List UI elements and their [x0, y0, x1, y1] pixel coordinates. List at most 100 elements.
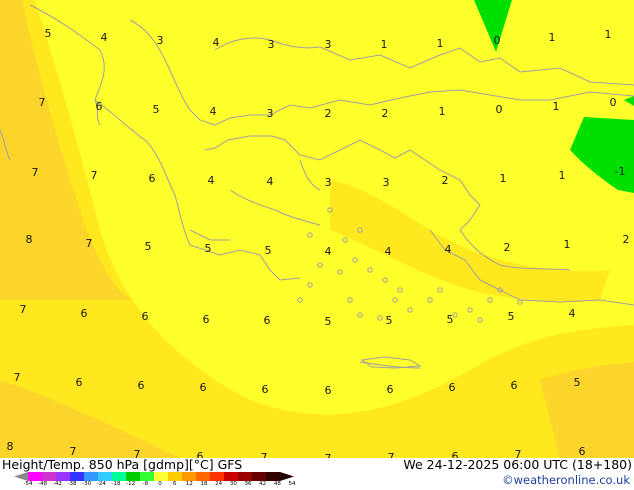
- scale-segment: [210, 472, 225, 481]
- scale-tick-label: 24: [215, 481, 223, 487]
- value-label: 4: [213, 36, 220, 49]
- value-label: 6: [325, 384, 332, 397]
- value-label: 4: [385, 245, 392, 258]
- value-label: 5: [45, 27, 52, 40]
- scale-tick-label: 42: [259, 481, 267, 487]
- value-label: 3: [157, 34, 164, 47]
- scale-segment: [182, 472, 197, 481]
- scale-tick-label: 36: [244, 481, 252, 487]
- value-label: 7: [86, 237, 93, 250]
- value-label: 2: [623, 233, 630, 246]
- value-label: 1: [549, 31, 556, 44]
- scale-segment: [168, 472, 183, 481]
- value-label: 1: [553, 100, 560, 113]
- value-label: 6: [81, 307, 88, 320]
- scale-tick-label: 0: [158, 481, 162, 487]
- scale-segment: [154, 472, 169, 481]
- scale-tick-label: -24: [96, 481, 106, 487]
- scale-tick-label: 48: [273, 481, 281, 487]
- scale-segment: [28, 472, 43, 481]
- credit-link[interactable]: ©weatheronline.co.uk: [502, 474, 630, 487]
- scale-tick-label: 54: [288, 481, 296, 487]
- value-label: 5: [508, 310, 515, 323]
- value-label: 3: [267, 107, 274, 120]
- value-label: 0: [496, 103, 503, 116]
- value-label: 1: [439, 105, 446, 118]
- scale-segment: [140, 472, 155, 481]
- color-scale-ticks: -54 -48 -42 -38 -30 -24 -18 -12 -8 0 6 12 18 24 30 36 42…: [24, 481, 296, 490]
- value-label: 6: [76, 376, 83, 389]
- scale-segment: [238, 472, 253, 481]
- value-label: 6: [203, 313, 210, 326]
- scale-tick-label: 6: [172, 481, 177, 487]
- scale-tick-label: -42: [52, 481, 62, 487]
- value-label: 1: [559, 169, 566, 182]
- value-label: 4: [208, 174, 215, 187]
- scale-arrow-right: [280, 472, 294, 481]
- value-label: 7: [20, 303, 27, 316]
- value-label: 6: [96, 100, 103, 113]
- scale-segment: [98, 472, 113, 481]
- scale-segment: [196, 472, 211, 481]
- value-label: 1: [437, 37, 444, 50]
- value-label: 7: [39, 96, 46, 109]
- scale-tick-label: 18: [200, 481, 208, 487]
- scale-tick-label: -48: [38, 481, 48, 487]
- scale-segment: [126, 472, 141, 481]
- color-scale-bar: [14, 472, 294, 481]
- value-label: 6: [449, 381, 456, 394]
- value-label: 2: [504, 241, 511, 254]
- value-label: 6: [142, 310, 149, 323]
- scale-tick-label: -30: [82, 481, 92, 487]
- scale-segment: [42, 472, 57, 481]
- temperature-map: 5 4 3 4 3 3 1 1 0 1 1 7 6 5 4 3 2 2 1 0 1 0 7 7 6 4 4 3 3 2 1 1 -1 8 7 5 5 5 4…: [0, 0, 634, 458]
- weather-chart: 5 4 3 4 3 3 1 1 0 1 1 7 6 5 4 3 2 2 1 0 1 0 7 7 6 4 4 3 3 2 1 1 -1 8 7 5 5 5 4…: [0, 0, 634, 490]
- value-label: -1: [615, 165, 626, 178]
- value-label: 4: [569, 307, 576, 320]
- value-label: 8: [26, 233, 33, 246]
- value-label: 5: [386, 314, 393, 327]
- scale-segment: [266, 472, 281, 481]
- value-label: 5: [205, 242, 212, 255]
- run-timestamp: We 24-12-2025 06:00 UTC (18+180): [403, 457, 632, 472]
- value-label: 5: [447, 313, 454, 326]
- value-label: 8: [7, 440, 14, 453]
- value-label: 1: [381, 38, 388, 51]
- value-label: 3: [325, 176, 332, 189]
- value-label: 6: [138, 379, 145, 392]
- value-label: 7: [261, 451, 268, 458]
- value-label: 7: [32, 166, 39, 179]
- scale-segment: [224, 472, 239, 481]
- value-label: 4: [101, 31, 108, 44]
- value-label: 0: [494, 34, 501, 47]
- value-label: 1: [500, 172, 507, 185]
- value-label: 6: [200, 381, 207, 394]
- scale-tick-label: -12: [126, 481, 136, 487]
- scale-segment: [252, 472, 267, 481]
- value-label: 7: [91, 169, 98, 182]
- value-label: 4: [325, 245, 332, 258]
- value-label: 6: [149, 172, 156, 185]
- value-label: 5: [325, 315, 332, 328]
- value-label: 3: [383, 176, 390, 189]
- scale-segment: [84, 472, 99, 481]
- value-label: 5: [145, 240, 152, 253]
- value-label: 3: [325, 38, 332, 51]
- value-label: 2: [382, 107, 389, 120]
- scale-tick-label: -54: [23, 481, 33, 487]
- scale-tick-label: 12: [185, 481, 193, 487]
- value-label: 2: [325, 107, 332, 120]
- value-label: 7: [14, 371, 21, 384]
- value-label: 5: [574, 376, 581, 389]
- scale-tick-label: -18: [111, 481, 121, 487]
- chart-footer: Height/Temp. 850 hPa [gdmp][°C] GFS We 2…: [0, 458, 634, 490]
- value-label: 2: [442, 174, 449, 187]
- value-label: 6: [262, 383, 269, 396]
- value-label: 1: [605, 28, 612, 41]
- value-label: 5: [265, 244, 272, 257]
- value-label: 4: [445, 243, 452, 256]
- value-label: 6: [511, 379, 518, 392]
- scale-segment: [112, 472, 127, 481]
- value-label: 7: [388, 451, 395, 458]
- value-label: 4: [267, 175, 274, 188]
